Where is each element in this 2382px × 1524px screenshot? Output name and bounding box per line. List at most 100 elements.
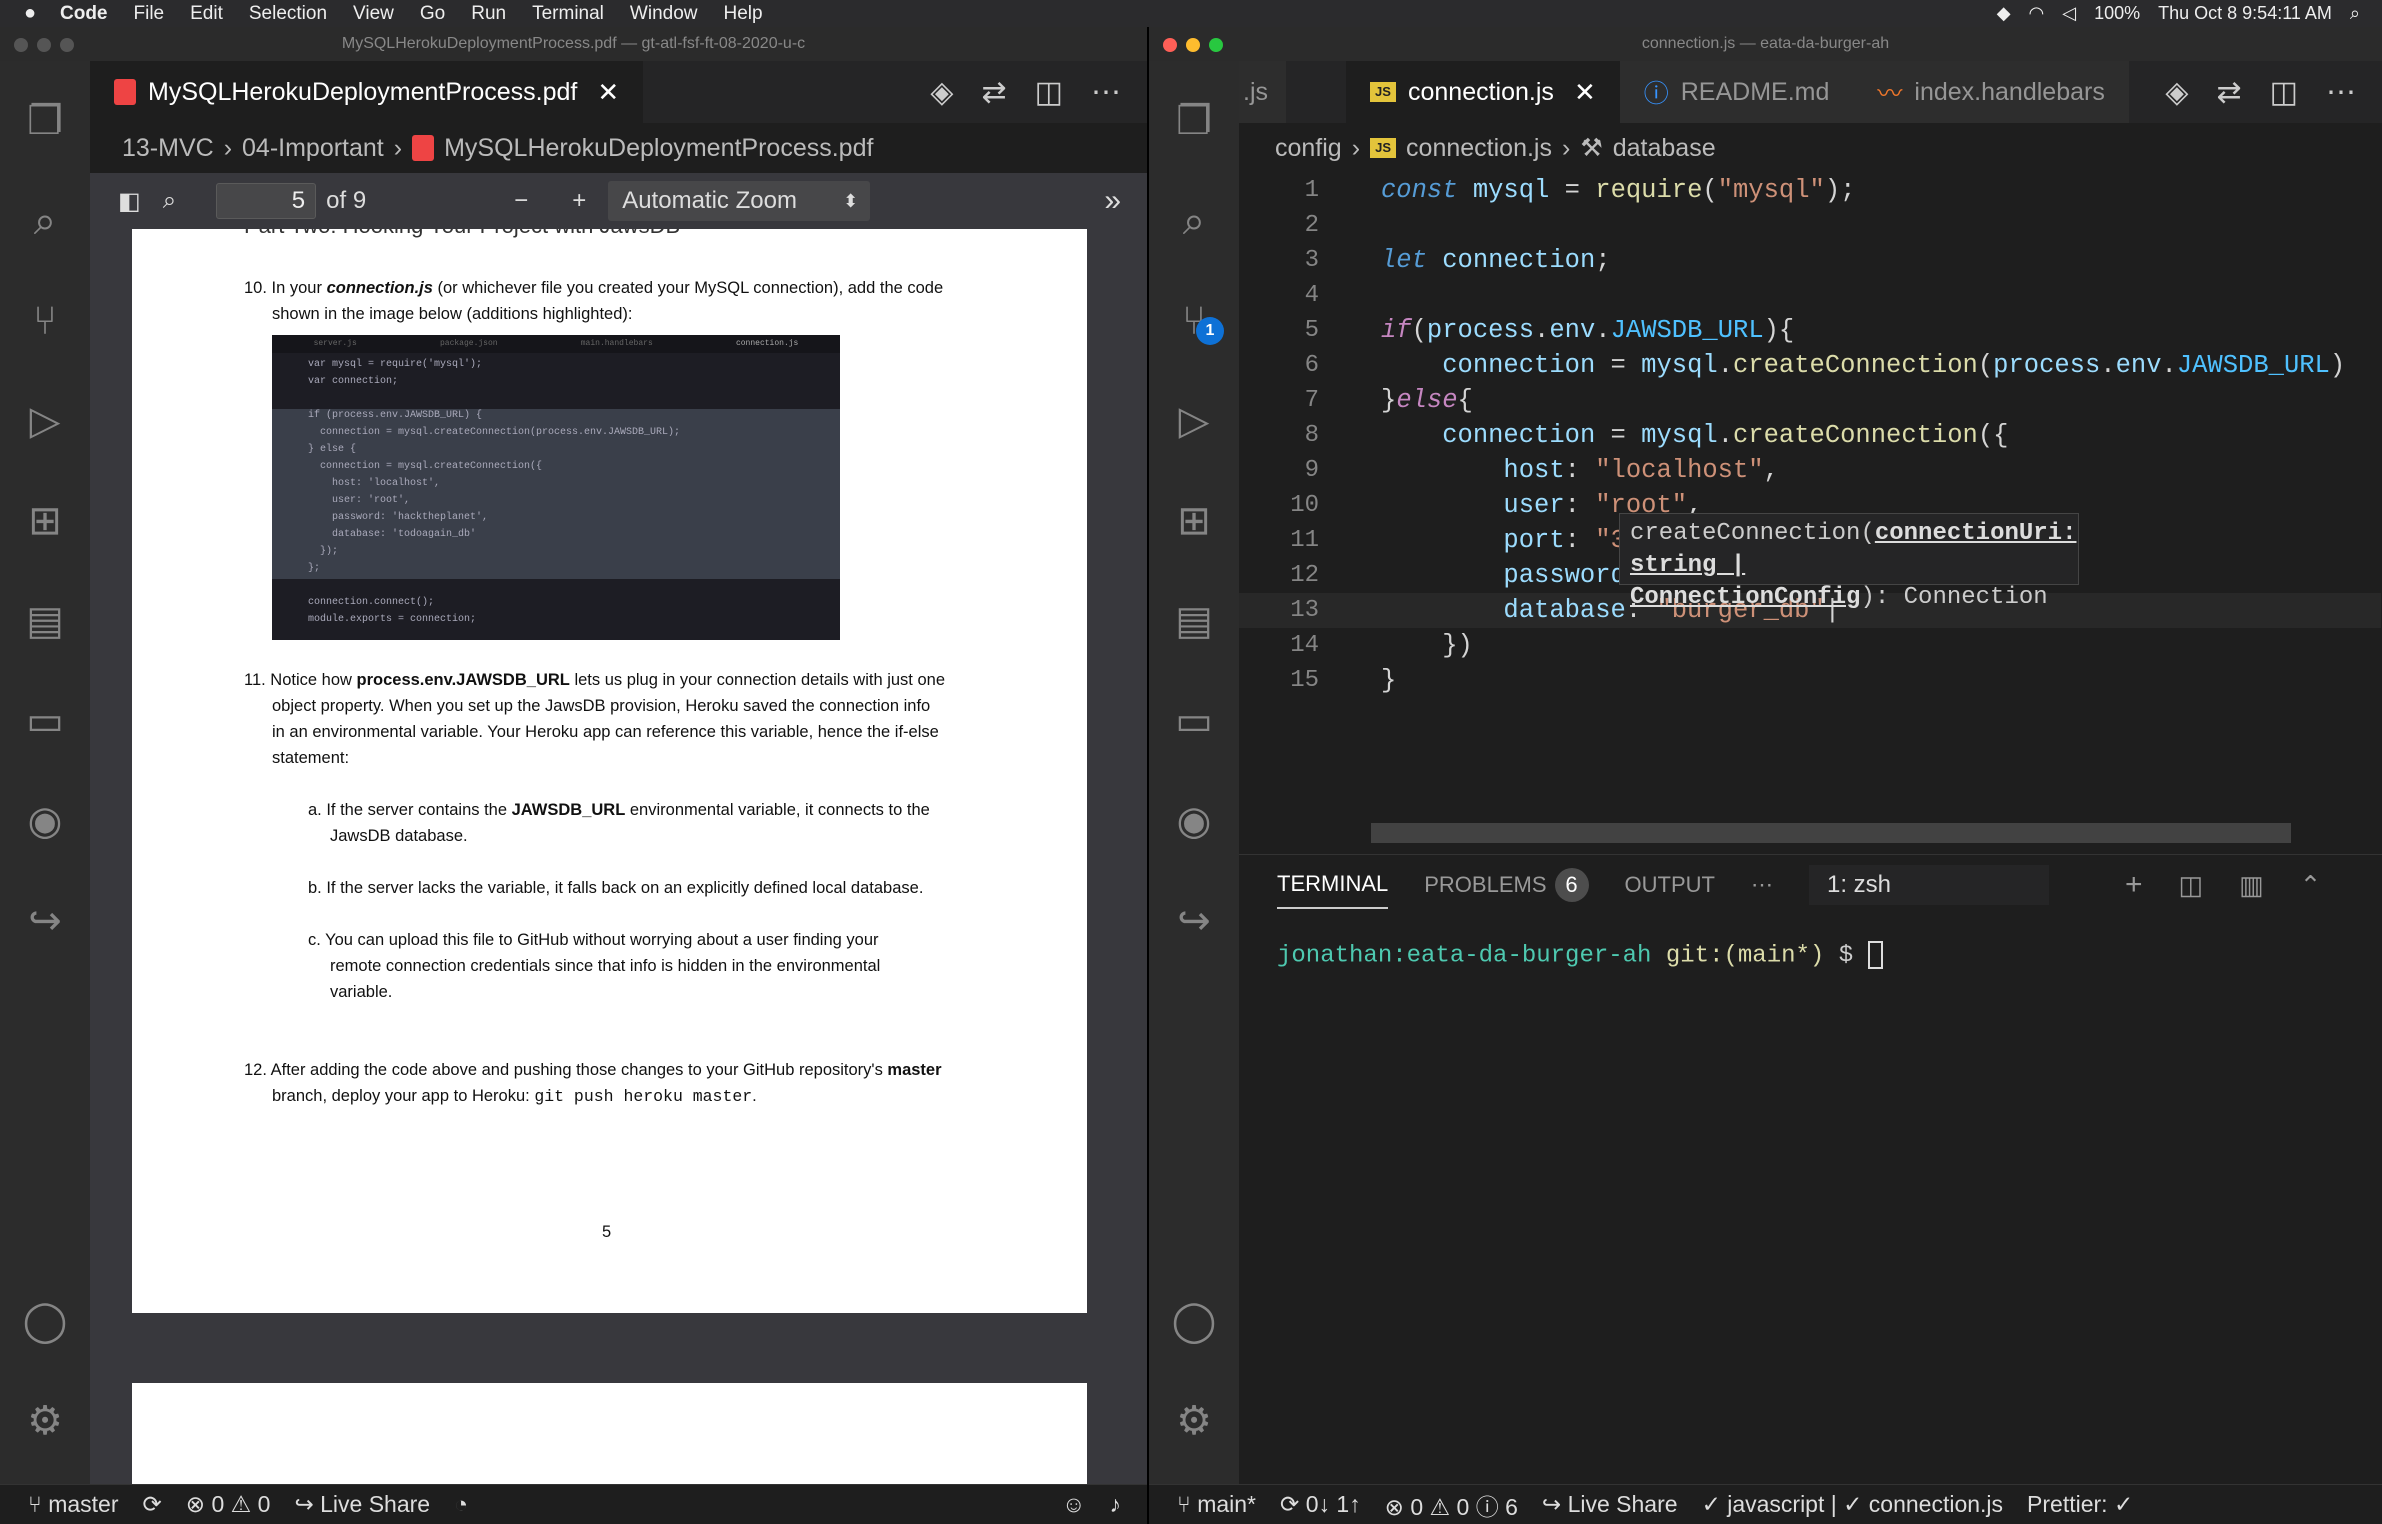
docker-icon[interactable]: ▤ xyxy=(19,595,71,647)
menu-app[interactable]: Code xyxy=(60,3,108,25)
clock[interactable]: Thu Oct 8 9:54:11 AM xyxy=(2158,3,2332,24)
branch-status[interactable]: ⑂ main* xyxy=(1177,1491,1256,1518)
page-number-input[interactable]: 5 xyxy=(216,183,317,219)
tab-problems[interactable]: PROBLEMS 6 xyxy=(1424,868,1589,902)
find-icon[interactable]: ⌕ xyxy=(163,187,176,215)
crumb-04-important[interactable]: 04-Important xyxy=(242,134,384,163)
compare-icon[interactable]: ⇄ xyxy=(2217,75,2242,110)
macos-menubar: ● Code File Edit Selection View Go Run T… xyxy=(0,0,2382,27)
tab-pdf[interactable]: MySQLHerokuDeploymentProcess.pdf ✕ xyxy=(90,61,644,123)
split-editor-icon[interactable]: ◫ xyxy=(2270,75,2298,110)
problems-status[interactable]: ⊗ 0 ⚠ 0 xyxy=(186,1491,271,1518)
split-editor-icon[interactable]: ◫ xyxy=(1035,75,1063,110)
settings-gear-icon[interactable]: ⚙ xyxy=(1168,1395,1220,1447)
menu-help[interactable]: Help xyxy=(724,3,763,25)
feedback-icon[interactable]: ☺ xyxy=(1062,1491,1085,1518)
menu-terminal[interactable]: Terminal xyxy=(532,3,604,25)
tools-more-icon[interactable]: » xyxy=(1104,184,1121,218)
menu-selection[interactable]: Selection xyxy=(249,3,327,25)
tab-index-handlebars[interactable]: 〰 index.handlebars xyxy=(1853,61,2129,123)
apple-icon[interactable]: ● xyxy=(0,2,60,25)
crumb-connection-js[interactable]: connection.js xyxy=(1406,134,1552,163)
crumb-pdf-file[interactable]: MySQLHerokuDeploymentProcess.pdf xyxy=(444,134,873,163)
panel-more-icon[interactable]: ⋯ xyxy=(1751,872,1773,898)
maximize-panel-icon[interactable]: ⌃ xyxy=(2300,870,2322,901)
live-share-status[interactable]: ↪ Live Share xyxy=(294,1491,430,1518)
compare-icon[interactable]: ⇄ xyxy=(982,75,1007,110)
sync-icon[interactable]: ⟳ xyxy=(143,1491,162,1518)
zoom-out-icon[interactable]: − xyxy=(514,187,528,215)
live-share-icon[interactable]: ↪ xyxy=(1168,895,1220,947)
zoom-in-icon[interactable]: + xyxy=(572,187,586,215)
tab-connection-js[interactable]: JS connection.js ✕ xyxy=(1346,61,1620,123)
folder-icon[interactable]: ▭ xyxy=(1168,695,1220,747)
folder-icon[interactable]: ▭ xyxy=(19,695,71,747)
horizontal-scrollbar[interactable] xyxy=(1371,823,2291,843)
right-breadcrumb: config › JS connection.js › ⚒ database xyxy=(1239,123,2382,173)
menu-view[interactable]: View xyxy=(353,3,394,25)
sync-status[interactable]: ⟳ 0↓ 1↑ xyxy=(1280,1491,1361,1518)
tab-js-partial[interactable]: .js xyxy=(1239,61,1286,123)
spotlight-icon[interactable]: ⌕ xyxy=(2350,3,2360,24)
zoom-select[interactable]: Automatic Zoom xyxy=(608,181,871,221)
menu-file[interactable]: File xyxy=(134,3,165,25)
live-share-status[interactable]: ↪ Live Share xyxy=(1542,1491,1678,1518)
crumb-config[interactable]: config xyxy=(1275,134,1342,163)
docker-icon[interactable]: ▤ xyxy=(1168,595,1220,647)
tab-connection-label: connection.js xyxy=(1408,77,1554,106)
terminal-output[interactable]: jonathan:eata-da-burger-ah git:(main*) $ xyxy=(1239,915,2382,969)
explorer-icon[interactable]: ❐ xyxy=(19,95,71,147)
dropbox-icon[interactable]: ◆ xyxy=(1997,3,2011,24)
git-icon[interactable]: ◈ xyxy=(930,75,953,110)
menu-edit[interactable]: Edit xyxy=(190,3,223,25)
search-icon[interactable]: ⌕ xyxy=(1168,195,1220,247)
run-debug-icon[interactable]: ▷ xyxy=(19,395,71,447)
terminal-select[interactable]: 1: zsh xyxy=(1808,865,2049,905)
tab-terminal[interactable]: TERMINAL xyxy=(1277,861,1389,909)
git-graph-icon[interactable]: ◉ xyxy=(19,795,71,847)
tab-readme[interactable]: ⓘ README.md xyxy=(1619,61,1854,123)
close-tab-icon[interactable]: ✕ xyxy=(597,77,619,108)
source-control-icon[interactable]: ⑂ xyxy=(19,295,71,347)
crumb-database[interactable]: database xyxy=(1613,134,1716,163)
extensions-icon[interactable]: ⊞ xyxy=(19,495,71,547)
language-status[interactable]: ✓ javascript | ✓ connection.js xyxy=(1702,1491,2003,1518)
history-icon[interactable]: ◔ xyxy=(454,1491,468,1518)
right-activity-bar: ❐ ⌕ ⑂ 1 ▷ ⊞ ▤ ▭ ◉ ↪ ◯ ⚙ xyxy=(1149,61,1239,1484)
run-debug-icon[interactable]: ▷ xyxy=(1168,395,1220,447)
crumb-13-mvc[interactable]: 13-MVC xyxy=(122,134,214,163)
menu-window[interactable]: Window xyxy=(630,3,698,25)
live-share-icon[interactable]: ↪ xyxy=(19,895,71,947)
prettier-status[interactable]: Prettier: ✓ xyxy=(2027,1491,2133,1518)
extensions-icon[interactable]: ⊞ xyxy=(1168,495,1220,547)
left-status-bar: ⑂ master ⟳ ⊗ 0 ⚠ 0 ↪ Live Share ◔ ☺ ♪ xyxy=(0,1484,1147,1524)
git-graph-icon[interactable]: ◉ xyxy=(1168,795,1220,847)
trash-icon[interactable]: ▥ xyxy=(2239,870,2264,901)
split-terminal-icon[interactable]: ◫ xyxy=(2179,870,2204,901)
more-actions-icon[interactable]: ⋯ xyxy=(2326,75,2356,110)
branch-status[interactable]: ⑂ master xyxy=(28,1491,119,1518)
pdf-viewer[interactable]: Part Two: Hooking Your Project with Jaws… xyxy=(90,229,1147,1484)
tab-output[interactable]: OUTPUT xyxy=(1625,872,1715,898)
settings-gear-icon[interactable]: ⚙ xyxy=(19,1395,71,1447)
volume-icon[interactable]: ◁ xyxy=(2062,3,2076,24)
pdf-step-10-cont: shown in the image below (additions high… xyxy=(272,305,633,323)
battery-text[interactable]: 100% xyxy=(2094,3,2140,24)
source-control-icon[interactable]: ⑂ 1 xyxy=(1168,295,1224,347)
git-icon[interactable]: ◈ xyxy=(2165,75,2188,110)
sidebar-toggle-icon[interactable]: ◧ xyxy=(118,187,141,216)
search-icon[interactable]: ⌕ xyxy=(19,195,71,247)
menu-go[interactable]: Go xyxy=(420,3,445,25)
menu-run[interactable]: Run xyxy=(471,3,506,25)
wifi-icon[interactable]: ◠ xyxy=(2029,3,2045,24)
terminal-panel: TERMINAL PROBLEMS 6 OUTPUT ⋯ 1: zsh + ◫ ▥… xyxy=(1239,854,2382,1490)
account-icon[interactable]: ◯ xyxy=(1168,1295,1220,1347)
problems-status[interactable]: ⊗ 0 ⚠ 0 ⓘ 6 xyxy=(1385,1488,1518,1522)
code-editor[interactable]: 1 const mysql = require("mysql"); 2 3 let … xyxy=(1239,173,2382,733)
close-tab-icon[interactable]: ✕ xyxy=(1574,77,1596,108)
bell-icon[interactable]: ♪ xyxy=(1110,1491,1122,1518)
more-actions-icon[interactable]: ⋯ xyxy=(1091,75,1121,110)
explorer-icon[interactable]: ❐ xyxy=(1168,95,1220,147)
new-terminal-icon[interactable]: + xyxy=(2125,868,2143,902)
account-icon[interactable]: ◯ xyxy=(19,1295,71,1347)
